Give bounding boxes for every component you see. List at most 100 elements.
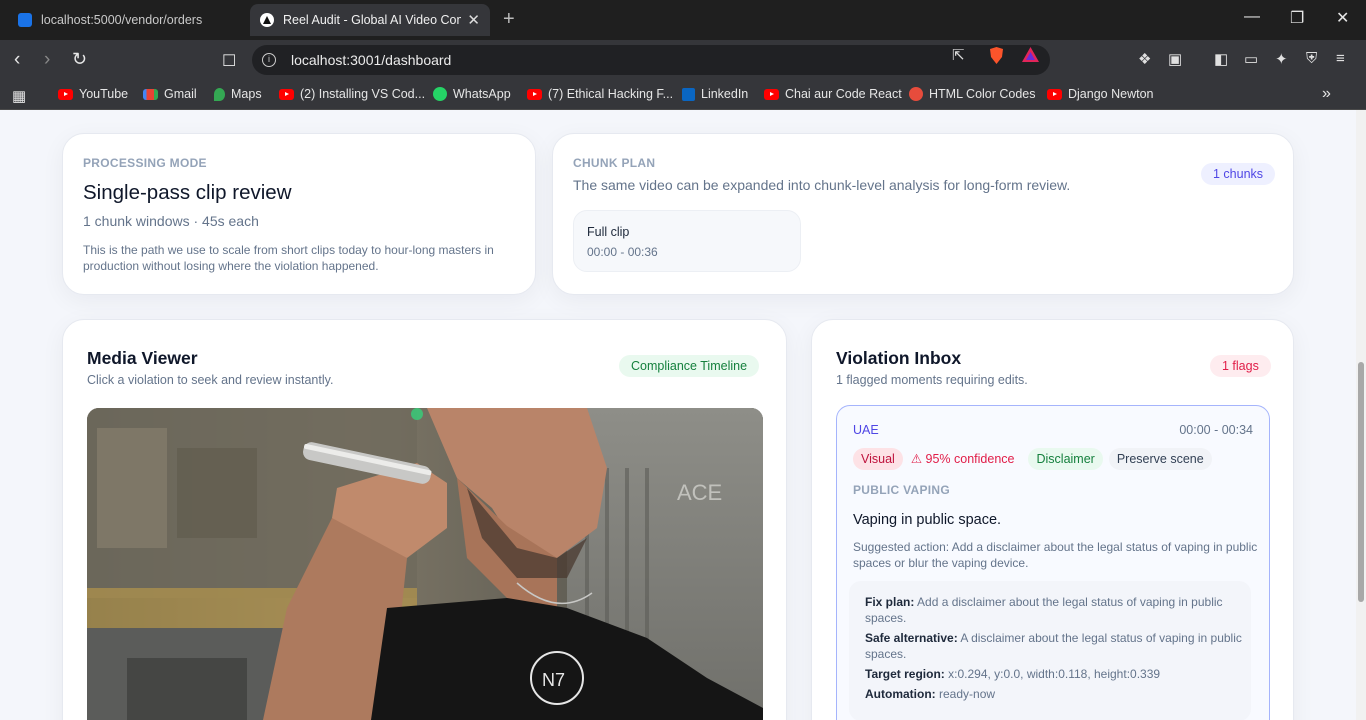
processing-mode-description: This is the path we use to scale from sh… bbox=[83, 243, 494, 273]
safe-alternative-label: Safe alternative: bbox=[865, 631, 958, 645]
media-viewer-subtitle: Click a violation to seek and review ins… bbox=[87, 373, 334, 387]
forward-icon[interactable]: › bbox=[44, 49, 50, 71]
processing-mode-subtitle: 1 chunk windows · 45s each bbox=[83, 213, 259, 229]
suggested-action: Suggested action: Add a disclaimer about… bbox=[853, 540, 1258, 570]
bookmark-label: YouTube bbox=[79, 87, 129, 101]
fix-plan-row: Fix plan: Add a disclaimer about the leg… bbox=[865, 594, 1245, 626]
violation-category: PUBLIC VAPING bbox=[853, 483, 951, 497]
brave-shields-icon[interactable] bbox=[988, 46, 1005, 69]
safe-alternative-row: Safe alternative: A disclaimer about the… bbox=[865, 630, 1245, 662]
violation-time-range: 00:00 - 00:34 bbox=[1179, 423, 1253, 437]
processing-mode-card: PROCESSING MODE Single-pass clip review … bbox=[62, 133, 536, 295]
minimize-icon[interactable]: — bbox=[1244, 8, 1260, 26]
share-icon[interactable]: ⇱ bbox=[952, 46, 965, 64]
processing-mode-eyebrow: PROCESSING MODE bbox=[83, 156, 207, 170]
maps-icon bbox=[214, 87, 225, 101]
target-region-value: x:0.294, y:0.0, width:0.118, height:0.33… bbox=[948, 667, 1161, 681]
url-text[interactable]: localhost:3001/dashboard bbox=[291, 52, 451, 68]
tab-reel-audit[interactable]: Reel Audit - Global AI Video Com ✕ bbox=[250, 4, 490, 36]
bookmark-maps[interactable]: Maps bbox=[214, 87, 262, 101]
bookmarks-bar: ▦ YouTube Gmail Maps (2) Installing VS C… bbox=[0, 80, 1366, 110]
reel-audit-favicon-icon bbox=[260, 13, 274, 27]
dashboard-page: PROCESSING MODE Single-pass clip review … bbox=[0, 110, 1356, 720]
chunk-range: 00:00 - 00:36 bbox=[587, 245, 658, 259]
fix-details-panel: Fix plan: Add a disclaimer about the leg… bbox=[849, 581, 1251, 720]
close-window-icon[interactable]: ✕ bbox=[1336, 8, 1349, 28]
violation-inbox-title: Violation Inbox bbox=[836, 348, 962, 368]
violation-item[interactable]: UAE 00:00 - 00:34 Visual ⚠ 95% confidenc… bbox=[836, 405, 1270, 720]
chunk-title: Full clip bbox=[587, 225, 630, 239]
bookmark-label: Django Newton bbox=[1068, 87, 1154, 101]
automation-value: ready-now bbox=[939, 687, 996, 701]
violation-inbox-card: Violation Inbox 1 flagged moments requir… bbox=[811, 319, 1294, 720]
page-scrollbar[interactable] bbox=[1356, 110, 1366, 720]
bookmark-label: WhatsApp bbox=[453, 87, 511, 101]
youtube-icon bbox=[279, 88, 294, 100]
chunk-count-badge: 1 chunks bbox=[1201, 163, 1276, 185]
chunk-item[interactable]: Full clip 00:00 - 00:36 bbox=[573, 210, 801, 272]
chunk-plan-card: CHUNK PLAN The same video can be expande… bbox=[552, 133, 1294, 295]
localhost-favicon-icon bbox=[18, 13, 32, 27]
bookmark-icon[interactable]: ☐ bbox=[222, 51, 236, 71]
tab-strip: localhost:5000/vendor/orders Reel Audit … bbox=[0, 0, 1366, 40]
fix-plan-value: Add a disclaimer about the legal status … bbox=[865, 595, 1223, 625]
violation-region: UAE bbox=[853, 423, 879, 437]
new-tab-icon[interactable]: + bbox=[503, 8, 515, 31]
bookmark-linkedin[interactable]: LinkedIn bbox=[682, 87, 748, 101]
browser-toolbar: ‹ › ↻ ☐ i localhost:3001/dashboard ⇱ ❖ ▣… bbox=[0, 40, 1366, 80]
bookmark-ethical-hacking[interactable]: (7) Ethical Hacking F... bbox=[527, 87, 673, 101]
maximize-icon[interactable]: ❐ bbox=[1290, 8, 1304, 28]
reading-mode-icon[interactable]: ▣ bbox=[1168, 50, 1182, 68]
sidebar-toggle-icon[interactable]: ◧ bbox=[1214, 50, 1228, 68]
violation-tags: Visual ⚠ 95% confidence Disclaimer Prese… bbox=[853, 447, 1212, 470]
bookmark-whatsapp[interactable]: WhatsApp bbox=[433, 87, 511, 101]
tab-title: localhost:5000/vendor/orders bbox=[41, 13, 203, 27]
flags-count-badge: 1 flags bbox=[1210, 355, 1271, 377]
confidence-label: 95% confidence bbox=[925, 452, 1015, 466]
menu-icon[interactable]: ≡ bbox=[1336, 50, 1345, 67]
linkedin-icon bbox=[682, 87, 695, 101]
compliance-timeline-badge[interactable]: Compliance Timeline bbox=[619, 355, 760, 377]
bookmark-chai-aur-code[interactable]: Chai aur Code React bbox=[764, 87, 902, 101]
chunk-plan-description: The same video can be expanded into chun… bbox=[573, 177, 1071, 193]
site-info-icon[interactable]: i bbox=[262, 53, 276, 67]
youtube-icon bbox=[1047, 88, 1062, 100]
address-bar[interactable]: i localhost:3001/dashboard bbox=[252, 45, 1050, 75]
preserve-scene-tag: Preserve scene bbox=[1108, 447, 1212, 470]
chunk-plan-eyebrow: CHUNK PLAN bbox=[573, 156, 656, 170]
leo-ai-icon[interactable]: ✦ bbox=[1275, 50, 1288, 68]
apps-grid-icon[interactable]: ▦ bbox=[12, 87, 26, 105]
more-bookmarks-icon[interactable]: » bbox=[1322, 85, 1331, 103]
reload-icon[interactable]: ↻ bbox=[72, 49, 87, 70]
brave-rewards-icon[interactable] bbox=[1021, 46, 1040, 67]
bookmark-youtube[interactable]: YouTube bbox=[58, 87, 128, 101]
fix-plan-label: Fix plan: bbox=[865, 595, 915, 609]
disclaimer-tag: Disclaimer bbox=[1028, 447, 1103, 470]
vpn-icon[interactable]: ⛨ bbox=[1306, 50, 1317, 67]
tab-vendor-orders[interactable]: localhost:5000/vendor/orders bbox=[8, 4, 248, 36]
bookmark-label: HTML Color Codes bbox=[929, 87, 1036, 101]
video-frame-image: ACE N7 bbox=[87, 408, 763, 720]
wallet-icon[interactable]: ▭ bbox=[1244, 50, 1258, 68]
tab-title: Reel Audit - Global AI Video Com bbox=[283, 13, 462, 27]
bookmark-label: Gmail bbox=[164, 87, 197, 101]
bookmark-label: Maps bbox=[231, 87, 262, 101]
bookmark-gmail[interactable]: Gmail bbox=[143, 87, 197, 101]
media-viewer-title: Media Viewer bbox=[87, 348, 198, 368]
automation-label: Automation: bbox=[865, 687, 936, 701]
target-region-label: Target region: bbox=[865, 667, 945, 681]
bookmark-django-newton[interactable]: Django Newton bbox=[1047, 87, 1153, 101]
gmail-icon bbox=[143, 88, 158, 100]
bookmark-installing-vscode[interactable]: (2) Installing VS Cod... bbox=[279, 87, 425, 101]
back-icon[interactable]: ‹ bbox=[14, 49, 20, 71]
confidence-tag: ⚠ 95% confidence bbox=[909, 447, 1023, 470]
bookmark-label: (2) Installing VS Cod... bbox=[300, 87, 426, 101]
extensions-icon[interactable]: ❖ bbox=[1138, 50, 1151, 68]
video-player[interactable]: ACE N7 bbox=[87, 408, 763, 720]
svg-text:N7: N7 bbox=[542, 670, 565, 690]
close-tab-icon[interactable]: ✕ bbox=[467, 11, 480, 29]
bookmark-html-color-codes[interactable]: HTML Color Codes bbox=[909, 87, 1036, 101]
scrollbar-thumb[interactable] bbox=[1358, 362, 1364, 602]
bookmark-label: Chai aur Code React bbox=[785, 87, 902, 101]
warning-icon: ⚠ bbox=[910, 452, 923, 466]
